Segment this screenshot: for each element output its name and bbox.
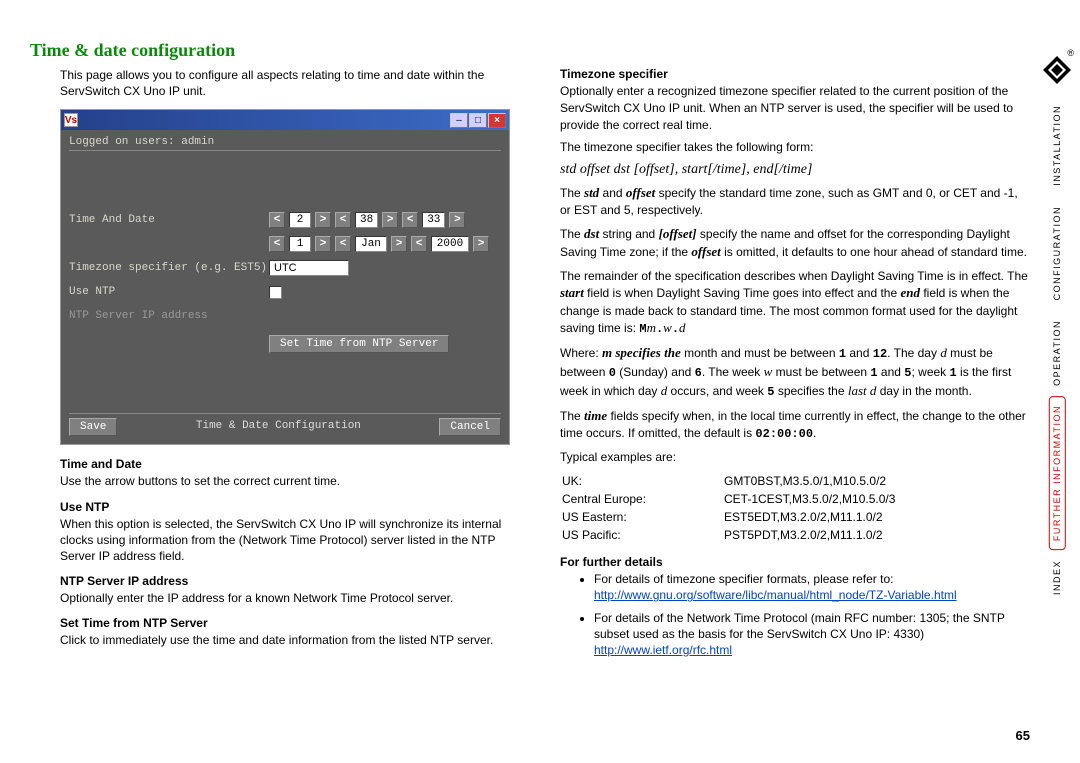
table-row: US Eastern:EST5EDT,M3.2.0/2,M11.1.0/2 <box>562 509 895 525</box>
min-value: 38 <box>355 212 378 228</box>
tz-format-spec: std offset dst [offset], start[/time], e… <box>560 162 1030 178</box>
month-decrement[interactable]: < <box>335 236 351 252</box>
section-ntp-ip-head: NTP Server IP address <box>60 574 520 588</box>
section-time-date-head: Time and Date <box>60 457 520 471</box>
hour-value: 2 <box>289 212 311 228</box>
section-use-ntp-body: When this option is selected, the ServSw… <box>60 516 520 565</box>
intro-text: This page allows you to configure all as… <box>30 67 520 99</box>
tz-para-2: The timezone specifier takes the followi… <box>560 139 1030 156</box>
hour-decrement[interactable]: < <box>269 212 285 228</box>
tz-para-5: The remainder of the specification descr… <box>560 268 1030 339</box>
section-use-ntp-head: Use NTP <box>60 500 520 514</box>
table-row: UK:GMT0BST,M3.5.0/1,M10.5.0/2 <box>562 473 895 489</box>
tz-para-3: The std and offset specify the standard … <box>560 184 1030 219</box>
ntp-server-ip-label: NTP Server IP address <box>69 310 269 322</box>
nav-configuration[interactable]: CONFIGURATION <box>1050 196 1064 310</box>
month-increment[interactable]: > <box>391 236 407 252</box>
list-item: For details of the Network Time Protocol… <box>594 610 1030 659</box>
vnc-icon: Vs <box>64 113 78 127</box>
brand-logo-icon <box>1042 55 1072 85</box>
tz-variable-link[interactable]: http://www.gnu.org/software/libc/manual/… <box>594 588 957 602</box>
nav-installation[interactable]: INSTALLATION <box>1050 95 1064 196</box>
page-title: Time & date configuration <box>30 40 1060 61</box>
year-value: 2000 <box>431 236 469 252</box>
tz-para-6: Where: m specifies the month and must be… <box>560 344 1030 400</box>
day-decrement[interactable]: < <box>269 236 285 252</box>
further-details-head: For further details <box>560 555 1030 569</box>
tz-examples-table: UK:GMT0BST,M3.5.0/1,M10.5.0/2 Central Eu… <box>560 471 897 545</box>
window-status: Time & Date Configuration <box>121 418 435 436</box>
sec-increment[interactable]: > <box>449 212 465 228</box>
use-ntp-checkbox[interactable] <box>269 286 282 299</box>
section-set-time-head: Set Time from NTP Server <box>60 616 520 630</box>
tz-para-1: Optionally enter a recognized timezone s… <box>560 83 1030 133</box>
table-row: Central Europe:CET-1CEST,M3.5.0/2,M10.5.… <box>562 491 895 507</box>
sec-value: 33 <box>422 212 445 228</box>
section-set-time-body: Click to immediately use the time and da… <box>60 632 520 648</box>
nav-further-information[interactable]: FURTHER INFORMATION <box>1049 396 1066 550</box>
day-value: 1 <box>289 236 311 252</box>
tz-para-4: The dst string and [offset] specify the … <box>560 225 1030 261</box>
section-ntp-ip-body: Optionally enter the IP address for a kn… <box>60 590 520 606</box>
min-decrement[interactable]: < <box>335 212 351 228</box>
app-window: Vs – □ × Logged on users: admin Time And… <box>60 109 510 445</box>
tz-examples-intro: Typical examples are: <box>560 449 1030 466</box>
nav-index[interactable]: INDEX <box>1050 550 1064 605</box>
list-item: For details of timezone specifier format… <box>594 571 1030 603</box>
tz-specifier-head: Timezone specifier <box>560 67 1030 81</box>
day-increment[interactable]: > <box>315 236 331 252</box>
table-row: US Pacific:PST5PDT,M3.2.0/2,M11.1.0/2 <box>562 527 895 543</box>
tz-specifier-label: Timezone specifier (e.g. EST5) <box>69 262 269 274</box>
logged-on-line: Logged on users: admin <box>69 134 501 151</box>
hour-increment[interactable]: > <box>315 212 331 228</box>
min-increment[interactable]: > <box>382 212 398 228</box>
side-navigation: INSTALLATION CONFIGURATION OPERATION FUR… <box>1042 55 1072 605</box>
maximize-button[interactable]: □ <box>469 113 487 128</box>
time-date-label: Time And Date <box>69 214 269 226</box>
ietf-rfc-link[interactable]: http://www.ietf.org/rfc.html <box>594 643 732 657</box>
save-button[interactable]: Save <box>69 418 117 436</box>
minimize-button[interactable]: – <box>450 113 468 128</box>
page-number: 65 <box>1016 728 1030 743</box>
use-ntp-label: Use NTP <box>69 286 269 298</box>
year-decrement[interactable]: < <box>411 236 427 252</box>
nav-operation[interactable]: OPERATION <box>1050 310 1064 396</box>
timezone-input[interactable] <box>269 260 349 276</box>
set-time-ntp-button[interactable]: Set Time from NTP Server <box>269 335 449 353</box>
close-button[interactable]: × <box>488 113 506 128</box>
sec-decrement[interactable]: < <box>402 212 418 228</box>
tz-para-7: The time fields specify when, in the loc… <box>560 407 1030 443</box>
registered-mark: ® <box>1067 48 1074 58</box>
year-increment[interactable]: > <box>473 236 489 252</box>
titlebar: Vs – □ × <box>61 110 509 130</box>
month-value: Jan <box>355 236 387 252</box>
section-time-date-body: Use the arrow buttons to set the correct… <box>60 473 520 489</box>
cancel-button[interactable]: Cancel <box>439 418 501 436</box>
